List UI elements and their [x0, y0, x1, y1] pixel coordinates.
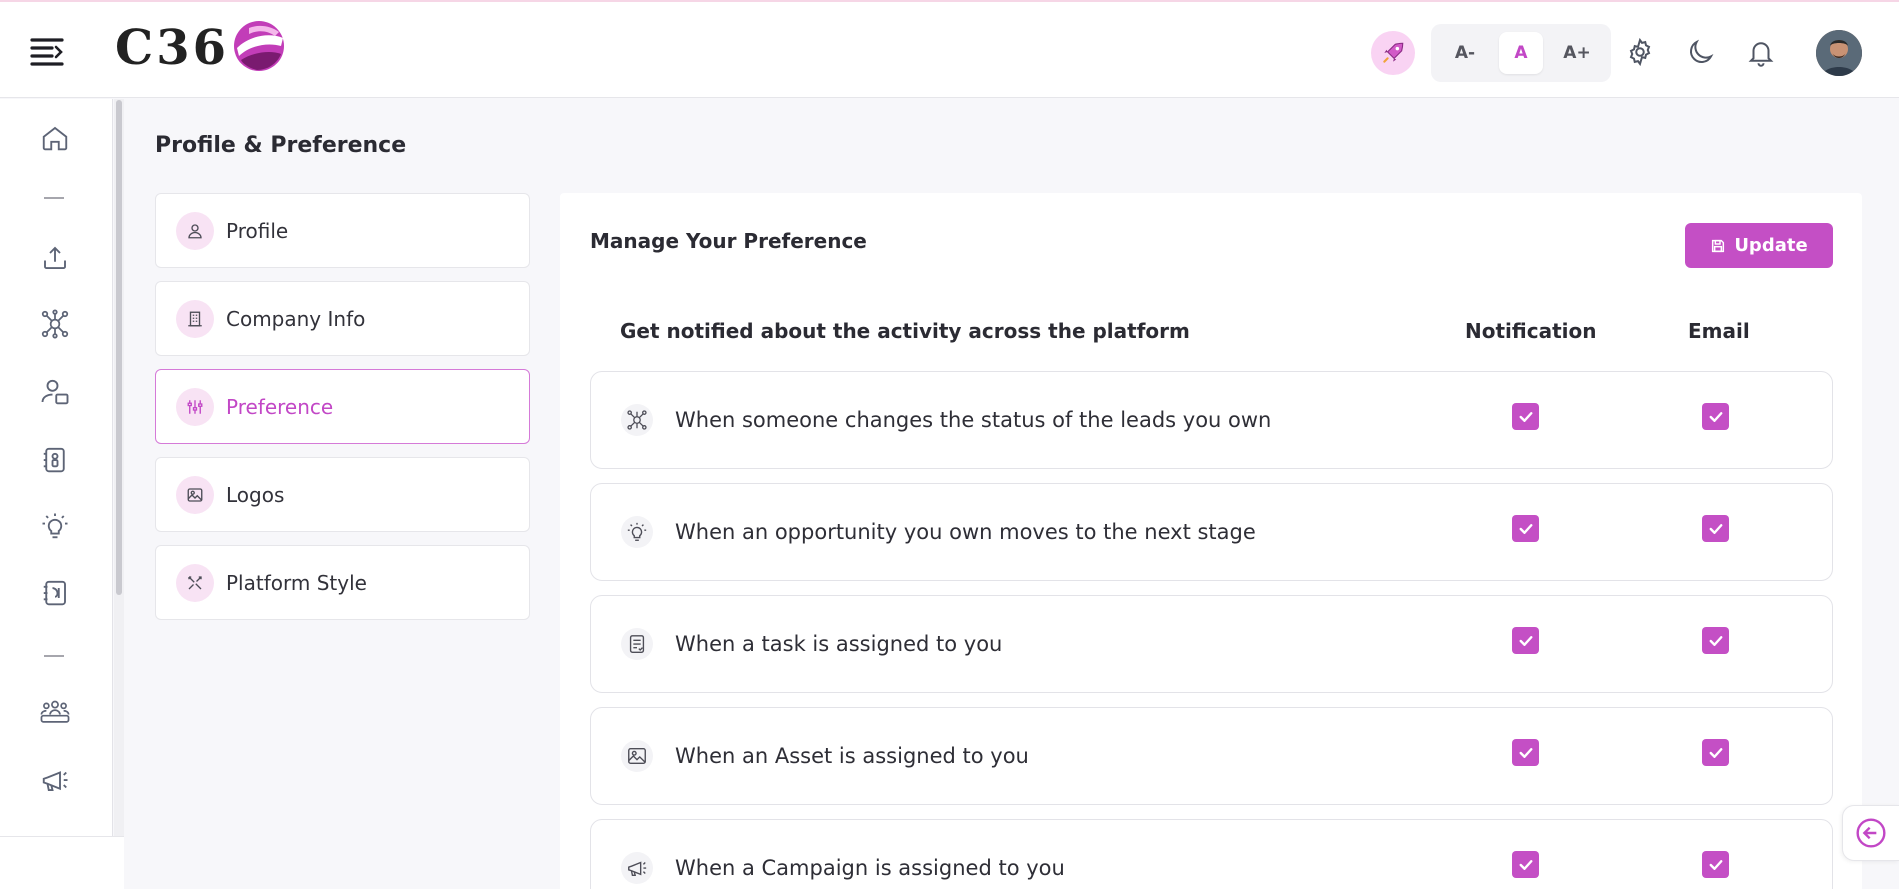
- top-bar: C36 A- A A+: [0, 0, 1899, 98]
- sliders-icon: [176, 387, 214, 426]
- font-size-switcher: A- A A+: [1431, 24, 1611, 82]
- email-checkbox[interactable]: [1702, 851, 1729, 878]
- update-button[interactable]: Update: [1685, 223, 1833, 268]
- menu-toggle-icon[interactable]: [30, 36, 70, 68]
- contacts-icon[interactable]: [36, 574, 74, 612]
- preference-row-label: When a task is assigned to you: [675, 632, 1003, 656]
- contact-book-icon[interactable]: [36, 441, 74, 479]
- preference-row: When an opportunity you own moves to the…: [590, 483, 1833, 581]
- update-button-label: Update: [1734, 235, 1808, 256]
- menu-item-label: Platform Style: [226, 570, 367, 595]
- user-icon: [176, 211, 214, 250]
- preference-row-label: When an Asset is assigned to you: [675, 744, 1029, 768]
- notification-checkbox[interactable]: [1512, 627, 1539, 654]
- user-card-icon[interactable]: [36, 373, 74, 411]
- preference-panel: Manage Your Preference Update Get notifi…: [560, 193, 1862, 889]
- home-icon[interactable]: [36, 119, 74, 157]
- save-icon: [1712, 239, 1725, 252]
- panel-title: Manage Your Preference: [590, 229, 867, 253]
- team-icon[interactable]: [36, 693, 74, 731]
- preference-row: When a task is assigned to you: [590, 595, 1833, 693]
- gear-icon[interactable]: [1621, 33, 1659, 71]
- globe-logo-icon: [231, 18, 287, 78]
- preference-row-label: When an opportunity you own moves to the…: [675, 520, 1256, 544]
- rocket-icon: [1383, 42, 1404, 63]
- rail-divider: [44, 655, 64, 657]
- activity-column-header: Get notified about the activity across t…: [620, 319, 1190, 343]
- menu-item-preference[interactable]: Preference: [155, 369, 530, 444]
- email-checkbox[interactable]: [1702, 403, 1729, 430]
- page-title: Profile & Preference: [155, 133, 407, 158]
- menu-item-label: Preference: [226, 394, 334, 419]
- email-checkbox[interactable]: [1702, 739, 1729, 766]
- collapse-panel-button[interactable]: [1842, 805, 1899, 861]
- left-rail: [0, 99, 113, 889]
- preference-row-label: When a Campaign is assigned to you: [675, 856, 1065, 880]
- menu-item-label: Company Info: [226, 306, 366, 331]
- notification-checkbox[interactable]: [1512, 739, 1539, 766]
- megaphone-icon[interactable]: [36, 761, 74, 799]
- menu-item-profile[interactable]: Profile: [155, 193, 530, 268]
- settings-side-menu: Profile Company Info Preference Logos Pl…: [155, 193, 530, 633]
- preference-row: When an Asset is assigned to you: [590, 707, 1833, 805]
- rail-scrollbar-thumb[interactable]: [116, 100, 122, 595]
- menu-item-label: Logos: [226, 482, 285, 507]
- brand-logo[interactable]: C36: [115, 18, 287, 78]
- menu-item-company-info[interactable]: Company Info: [155, 281, 530, 356]
- preference-row: When a Campaign is assigned to you: [590, 819, 1833, 889]
- rail-divider: [44, 197, 64, 199]
- font-default-button[interactable]: A: [1499, 32, 1543, 74]
- menu-item-label: Profile: [226, 218, 289, 243]
- preference-row-label: When someone changes the status of the l…: [675, 408, 1272, 432]
- email-column-header: Email: [1688, 319, 1750, 343]
- logo-text: C36: [115, 20, 229, 76]
- network-icon[interactable]: [36, 305, 74, 343]
- tools-icon: [176, 563, 214, 602]
- email-checkbox[interactable]: [1702, 515, 1729, 542]
- menu-item-logos[interactable]: Logos: [155, 457, 530, 532]
- font-decrease-button[interactable]: A-: [1443, 32, 1487, 74]
- notification-checkbox[interactable]: [1512, 851, 1539, 878]
- megaphone-icon: [621, 852, 653, 884]
- notification-column-header: Notification: [1465, 319, 1597, 343]
- task-list-icon: [621, 628, 653, 660]
- bell-icon[interactable]: [1742, 33, 1780, 71]
- font-increase-button[interactable]: A+: [1555, 32, 1599, 74]
- image-icon: [176, 475, 214, 514]
- building-icon: [176, 299, 214, 338]
- menu-item-platform-style[interactable]: Platform Style: [155, 545, 530, 620]
- rail-footer: [0, 836, 124, 889]
- preference-row: When someone changes the status of the l…: [590, 371, 1833, 469]
- network-icon: [621, 404, 653, 436]
- lightbulb-icon: [621, 516, 653, 548]
- notification-checkbox[interactable]: [1512, 403, 1539, 430]
- image-icon: [621, 740, 653, 772]
- rocket-button[interactable]: [1371, 31, 1415, 75]
- moon-icon[interactable]: [1682, 33, 1720, 71]
- user-avatar[interactable]: [1816, 30, 1862, 76]
- arrow-left-circle-icon: [1856, 818, 1886, 848]
- preference-rows: When someone changes the status of the l…: [590, 371, 1833, 889]
- notification-checkbox[interactable]: [1512, 515, 1539, 542]
- lightbulb-icon[interactable]: [36, 507, 74, 545]
- upload-icon[interactable]: [36, 239, 74, 277]
- email-checkbox[interactable]: [1702, 627, 1729, 654]
